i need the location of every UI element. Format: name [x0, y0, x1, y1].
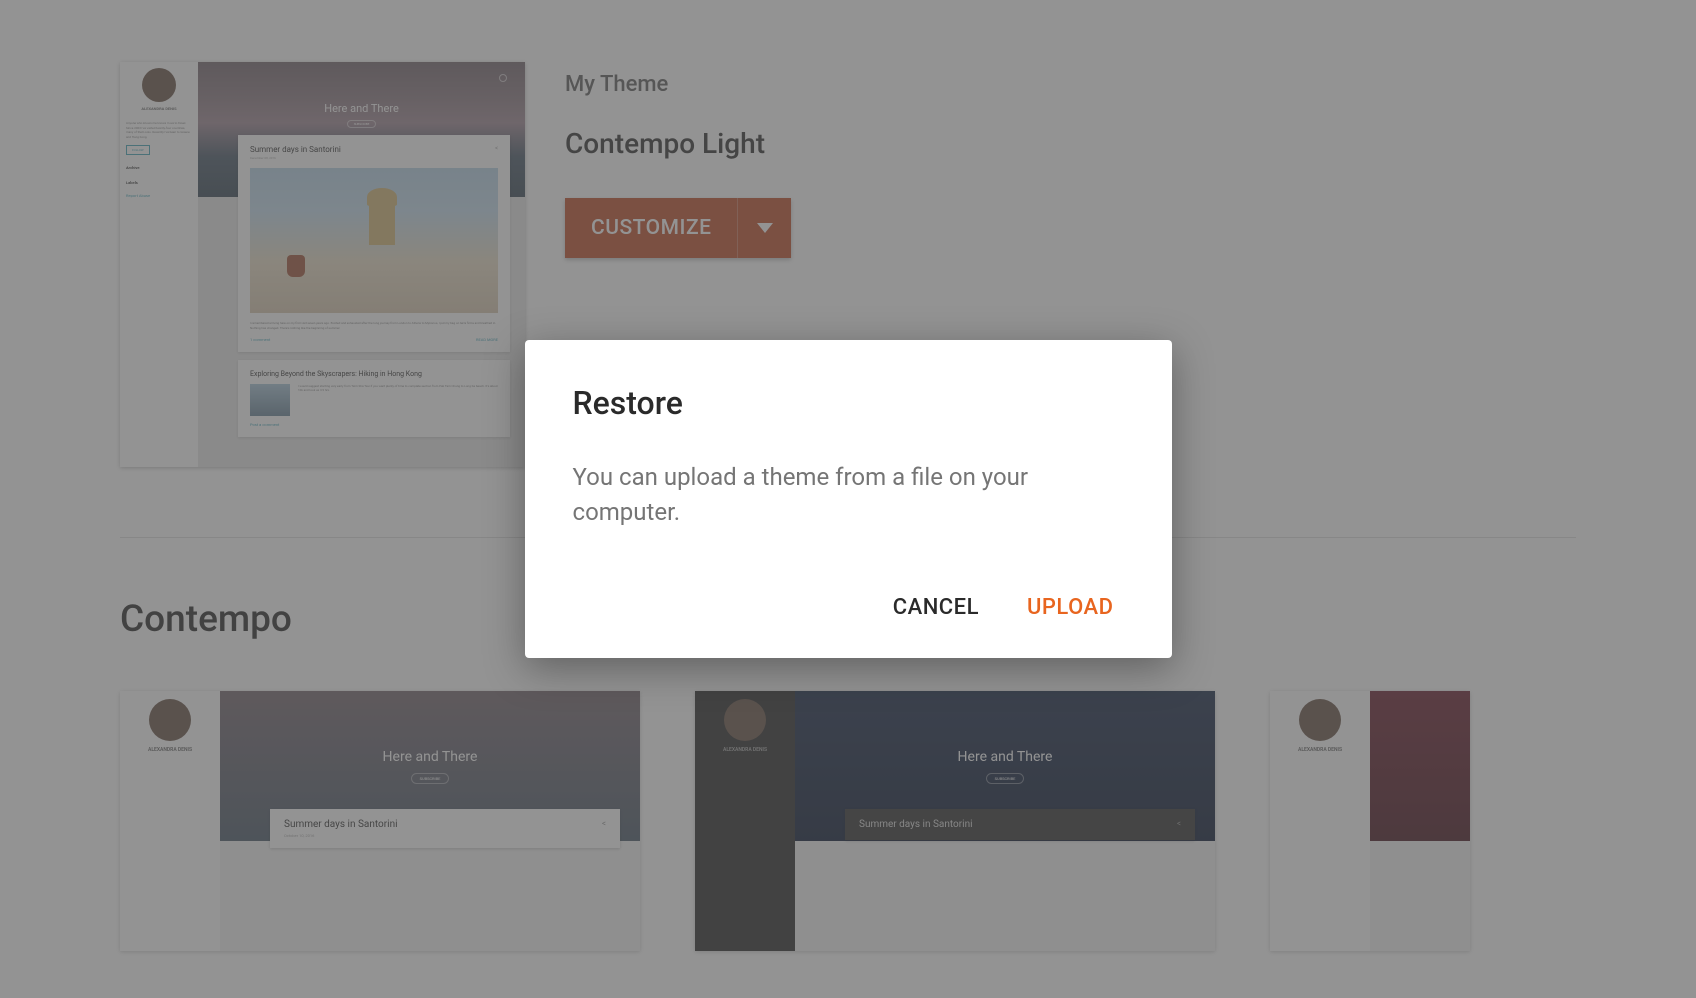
- modal-actions: CANCEL UPLOAD: [573, 589, 1124, 626]
- modal-description: You can upload a theme from a file on yo…: [573, 460, 1124, 528]
- cancel-button[interactable]: CANCEL: [891, 589, 981, 626]
- restore-modal: Restore You can upload a theme from a fi…: [525, 340, 1172, 657]
- upload-button[interactable]: UPLOAD: [1025, 589, 1116, 626]
- modal-title: Restore: [573, 384, 1124, 422]
- modal-overlay[interactable]: Restore You can upload a theme from a fi…: [0, 0, 1696, 998]
